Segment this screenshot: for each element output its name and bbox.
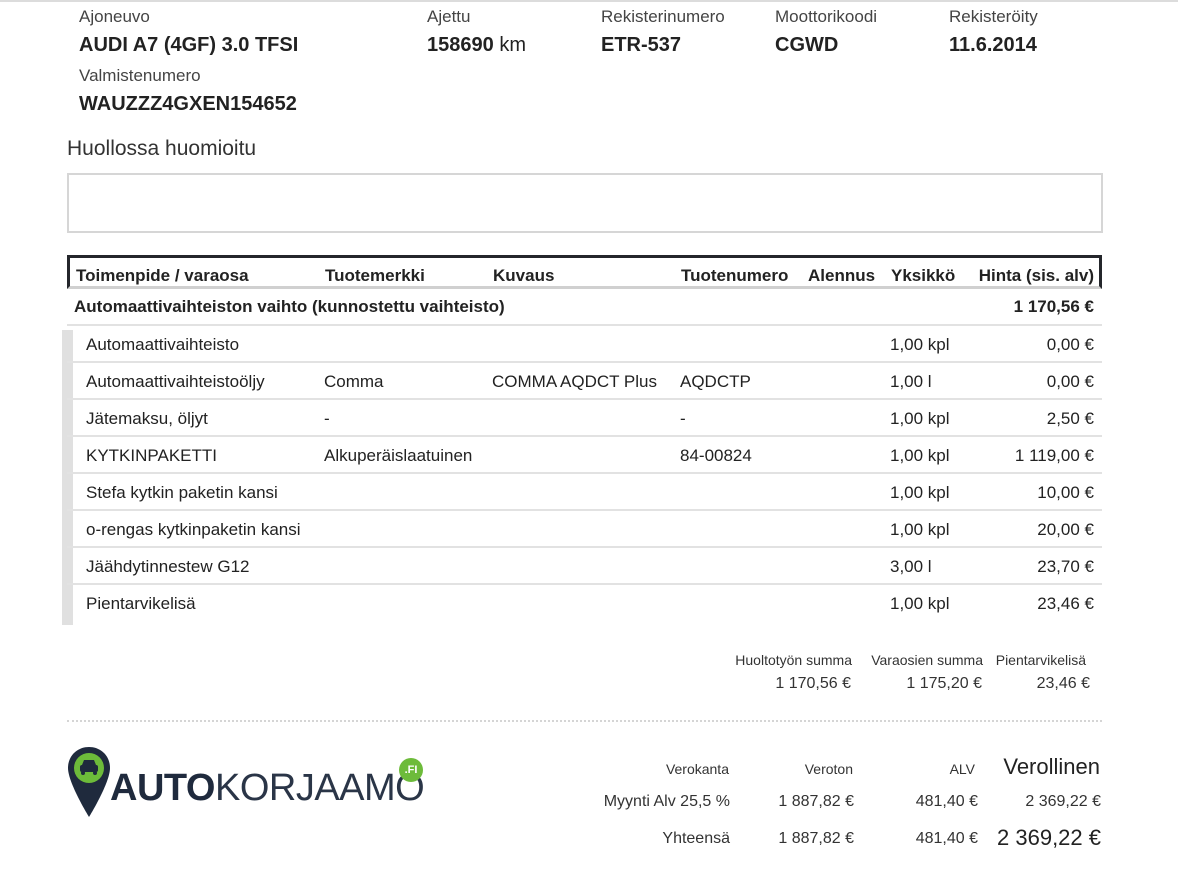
tax-net-value: 1 887,82 €: [778, 793, 854, 810]
row-name: Automaattivaihteisto: [86, 335, 240, 354]
table-row: Automaattivaihteisto 1,00 kpl 0,00 €: [67, 326, 1102, 363]
row-price: 2,50 €: [1046, 409, 1094, 428]
table-row: Jätemaksu, öljyt - - 1,00 kpl 2,50 €: [67, 400, 1102, 437]
row-unit: 1,00 kpl: [890, 520, 950, 539]
vehicle-model-value: AUDI A7 (4GF) 3.0 TFSI: [79, 34, 299, 56]
total-label: Yhteensä: [662, 830, 730, 847]
table-row: Stefa kytkin paketin kansi 1,00 kpl 10,0…: [67, 474, 1102, 511]
row-description: COMMA AQDCT Plus: [492, 372, 657, 391]
registered-date-field: Rekisteröity 11.6.2014: [949, 7, 1038, 57]
row-unit: 3,00 l: [890, 557, 932, 576]
row-brand: Alkuperäislaatuinen: [324, 446, 473, 465]
table-row: Jäähdytinnestew G12 3,00 l 23,70 €: [67, 548, 1102, 585]
parts-sum-label: Varaosien summa: [871, 652, 983, 668]
total-vat-value: 481,40 €: [915, 830, 978, 847]
row-price: 10,00 €: [1037, 483, 1094, 502]
header-discount: Alennus: [808, 266, 876, 285]
logo-bold-text: AUTO: [110, 767, 215, 809]
mileage-unit: km: [499, 34, 526, 56]
mileage-label: Ajettu: [427, 7, 471, 26]
supplies-sum-value: 23,46 €: [1036, 675, 1090, 692]
table-row: Pientarvikelisä 1,00 kpl 23,46 €: [67, 585, 1102, 622]
registered-date-value: 11.6.2014: [949, 34, 1037, 56]
vin-label: Valmistenumero: [79, 66, 201, 85]
mileage-value-wrap: 158690 km: [427, 33, 526, 57]
logo-fi-badge: .FI: [399, 758, 423, 782]
row-name: KYTKINPAKETTI: [86, 446, 217, 465]
row-price: 0,00 €: [1046, 372, 1094, 391]
header-product-number: Tuotenumero: [681, 266, 789, 285]
header-unit: Yksikkö: [891, 266, 956, 285]
row-price: 23,70 €: [1037, 557, 1094, 576]
registration-number-field: Rekisterinumero ETR-537: [601, 7, 725, 57]
group-price: 1 170,56 €: [1013, 297, 1094, 316]
tax-net-header: Veroton: [804, 761, 853, 777]
tax-vat-header: ALV: [949, 761, 975, 777]
company-logo: AUTOKORJAAMO .FI: [66, 745, 436, 825]
row-name: Jätemaksu, öljyt: [86, 409, 208, 428]
row-price: 23,46 €: [1037, 594, 1094, 613]
engine-code-field: Moottorikoodi CGWD: [775, 7, 877, 57]
row-brand: Comma: [324, 372, 384, 391]
tax-gross-header: Verollinen: [1003, 754, 1100, 779]
mileage-value: 158690: [427, 34, 494, 56]
row-name: o-rengas kytkinpaketin kansi: [86, 520, 301, 539]
engine-code-value: CGWD: [775, 34, 839, 56]
row-product-number: 84-00824: [680, 446, 752, 465]
row-product-number: -: [680, 409, 686, 428]
table-row: KYTKINPAKETTI Alkuperäislaatuinen 84-008…: [67, 437, 1102, 474]
row-unit: 1,00 l: [890, 372, 932, 391]
row-unit: 1,00 kpl: [890, 409, 950, 428]
notes-title: Huollossa huomioitu: [67, 137, 257, 160]
tax-rate-label: Myynti Alv 25,5 %: [603, 793, 730, 810]
row-unit: 1,00 kpl: [890, 594, 950, 613]
parts-sum-value: 1 175,20 €: [906, 675, 982, 692]
header-brand: Tuotemerkki: [325, 266, 425, 285]
row-price: 0,00 €: [1046, 335, 1094, 354]
top-divider: [0, 0, 1178, 2]
table-row: o-rengas kytkinpaketin kansi 1,00 kpl 20…: [67, 511, 1102, 548]
row-name: Pientarvikelisä: [86, 594, 196, 613]
logo-wordmark: AUTOKORJAAMO: [110, 767, 425, 810]
service-table: Toimenpide / varaosa Tuotemerkki Kuvaus …: [67, 255, 1102, 622]
summary-divider: [67, 720, 1102, 722]
row-name: Stefa kytkin paketin kansi: [86, 483, 278, 502]
registration-number-label: Rekisterinumero: [601, 7, 725, 26]
logo-light-text: KORJAAMO: [214, 767, 425, 809]
group-row: Automaattivaihteiston vaihto (kunnostett…: [67, 289, 1102, 326]
labor-sum-label: Huoltotyön summa: [735, 652, 852, 668]
registration-number-value: ETR-537: [601, 34, 682, 56]
row-product-number: AQDCTP: [680, 372, 751, 391]
row-price: 20,00 €: [1037, 520, 1094, 539]
group-title: Automaattivaihteiston vaihto (kunnostett…: [74, 297, 505, 316]
row-unit: 1,00 kpl: [890, 335, 950, 354]
total-net-value: 1 887,82 €: [778, 830, 854, 847]
vin-value: WAUZZZ4GXEN154652: [79, 93, 297, 115]
row-unit: 1,00 kpl: [890, 446, 950, 465]
row-brand: -: [324, 409, 330, 428]
row-unit: 1,00 kpl: [890, 483, 950, 502]
tax-rate-header: Verokanta: [665, 761, 729, 777]
vehicle-model-label: Ajoneuvo: [79, 7, 150, 26]
header-price: Hinta (sis. alv): [978, 266, 1094, 285]
labor-sum-value: 1 170,56 €: [775, 675, 851, 692]
tax-vat-value: 481,40 €: [915, 793, 978, 810]
tax-gross-value: 2 369,22 €: [1025, 793, 1101, 810]
row-price: 1 119,00 €: [1014, 446, 1094, 465]
map-pin-icon: [68, 747, 110, 817]
engine-code-label: Moottorikoodi: [775, 7, 878, 26]
header-description: Kuvaus: [493, 266, 555, 285]
mileage-field: Ajettu 158690 km: [427, 7, 526, 57]
table-row: Automaattivaihteistoöljy Comma COMMA AQD…: [67, 363, 1102, 400]
total-gross-value: 2 369,22 €: [997, 825, 1101, 850]
supplies-sum-label: Pientarvikelisä: [995, 652, 1086, 668]
row-name: Automaattivaihteistoöljy: [86, 372, 265, 391]
vin-field: Valmistenumero WAUZZZ4GXEN154652: [79, 66, 297, 116]
header-operation: Toimenpide / varaosa: [76, 266, 249, 285]
vehicle-model-field: Ajoneuvo AUDI A7 (4GF) 3.0 TFSI: [79, 7, 298, 57]
row-name: Jäähdytinnestew G12: [86, 557, 250, 576]
notes-box: [67, 173, 1103, 233]
registered-date-label: Rekisteröity: [949, 7, 1038, 26]
table-header: Toimenpide / varaosa Tuotemerkki Kuvaus …: [67, 255, 1102, 289]
